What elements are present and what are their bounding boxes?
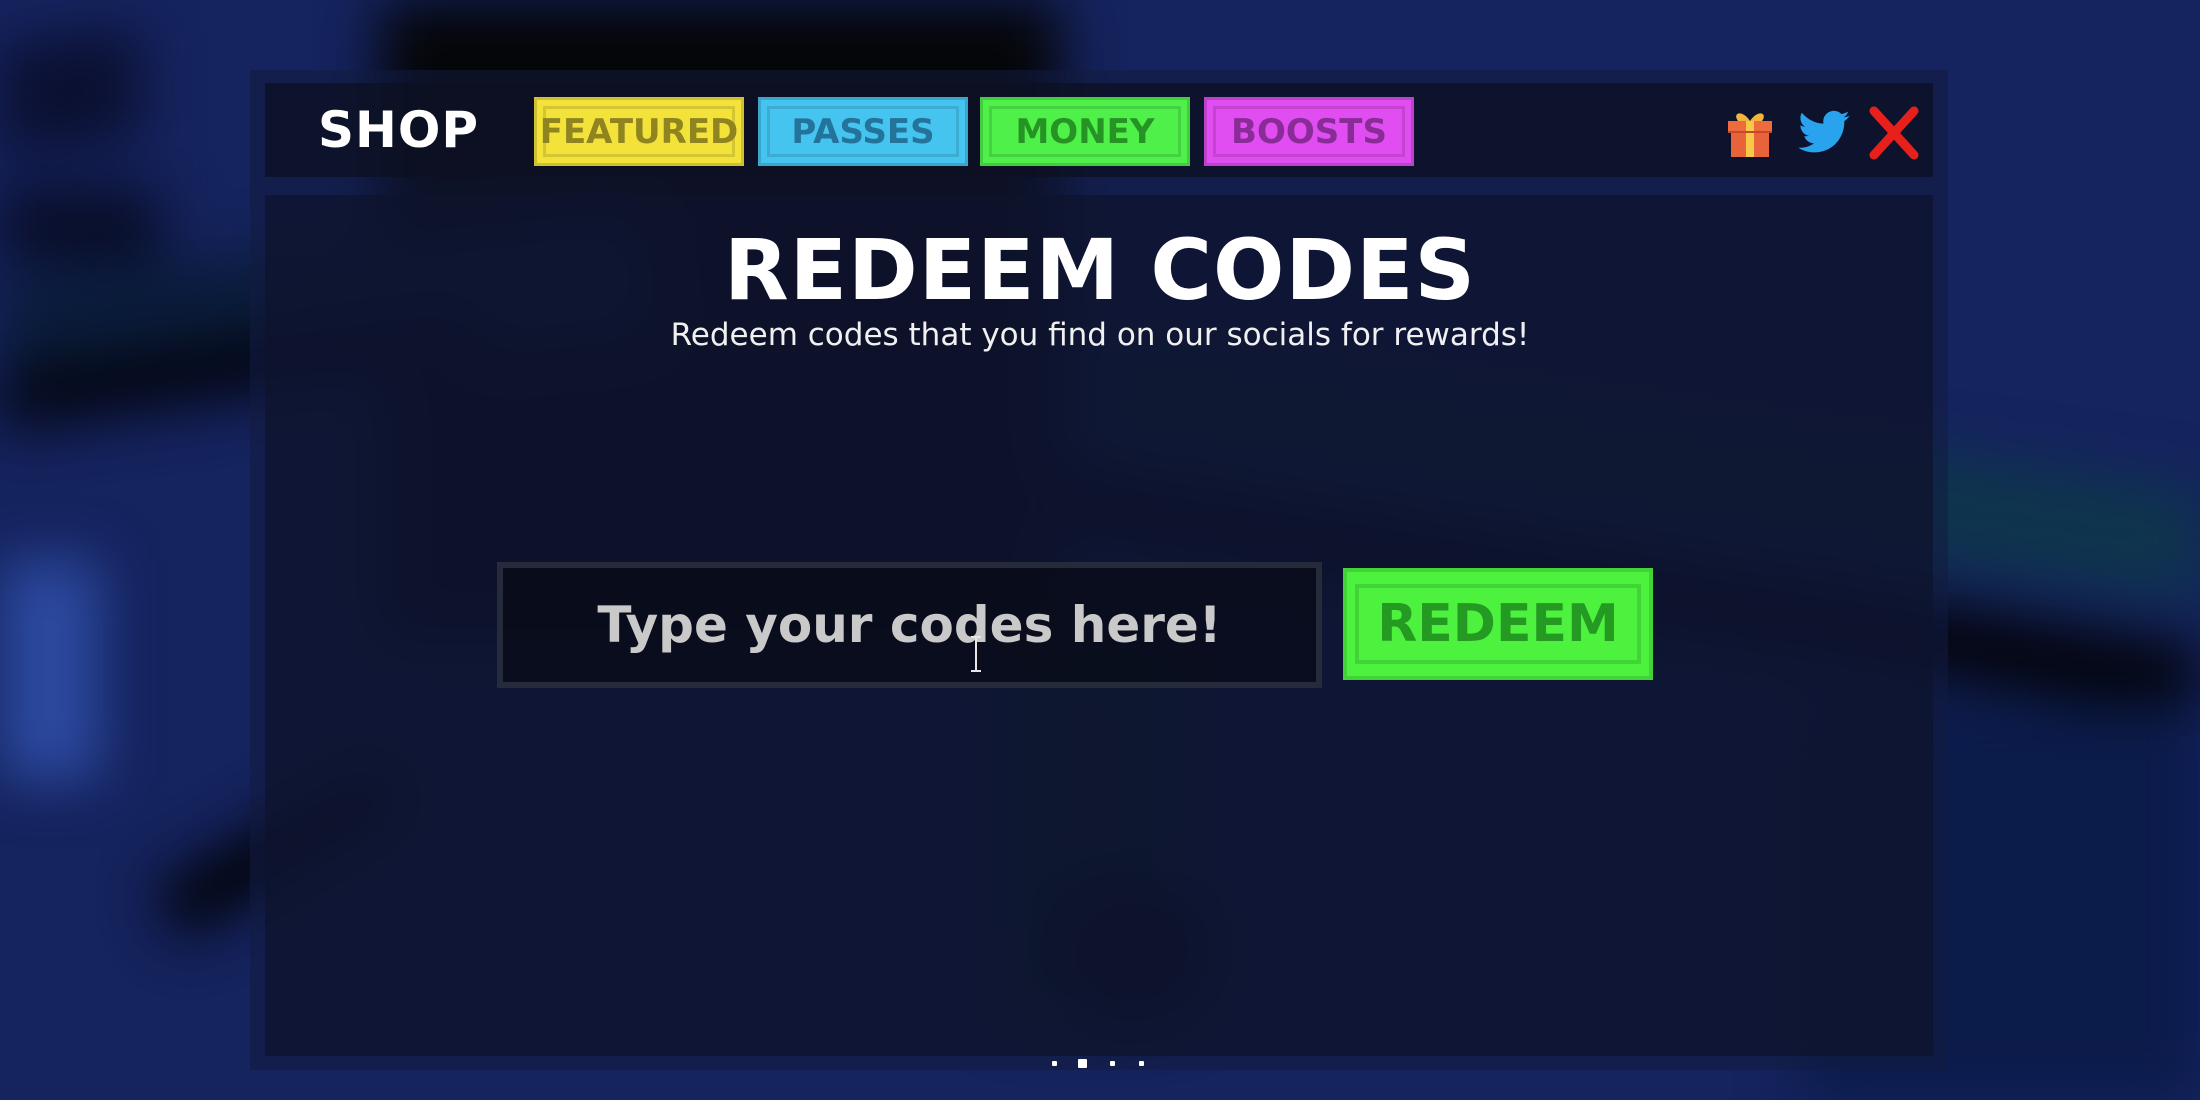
- tab-money[interactable]: MONEY: [980, 97, 1190, 166]
- page-title: REDEEM CODES: [723, 221, 1477, 319]
- gift-button[interactable]: [1722, 105, 1778, 161]
- tab-passes-label: PASSES: [791, 111, 935, 152]
- page-dot[interactable]: [1139, 1061, 1144, 1066]
- text-cursor-icon: [971, 636, 981, 672]
- tab-featured-label: FEATURED: [539, 111, 739, 152]
- code-input[interactable]: [503, 568, 1316, 682]
- twitter-icon: [1798, 110, 1850, 153]
- gift-icon: [1728, 113, 1772, 157]
- tab-money-label: MONEY: [1015, 111, 1155, 152]
- redeem-button[interactable]: REDEEM: [1343, 568, 1653, 680]
- page-dot[interactable]: [1110, 1061, 1115, 1066]
- page-dot[interactable]: [1052, 1061, 1057, 1066]
- tab-boosts[interactable]: BOOSTS: [1204, 97, 1414, 166]
- redeem-button-label: REDEEM: [1377, 594, 1619, 654]
- tab-passes[interactable]: PASSES: [758, 97, 968, 166]
- tab-featured[interactable]: FEATURED: [534, 97, 744, 166]
- close-icon: [1869, 106, 1919, 160]
- close-button[interactable]: [1866, 105, 1922, 161]
- tab-boosts-label: BOOSTS: [1231, 111, 1387, 152]
- page-dot-active[interactable]: [1078, 1059, 1087, 1068]
- shop-title: SHOP: [318, 101, 480, 159]
- code-input-container: [497, 562, 1322, 688]
- twitter-button[interactable]: [1796, 105, 1852, 161]
- page-subtitle: Redeem codes that you find on our social…: [670, 317, 1530, 353]
